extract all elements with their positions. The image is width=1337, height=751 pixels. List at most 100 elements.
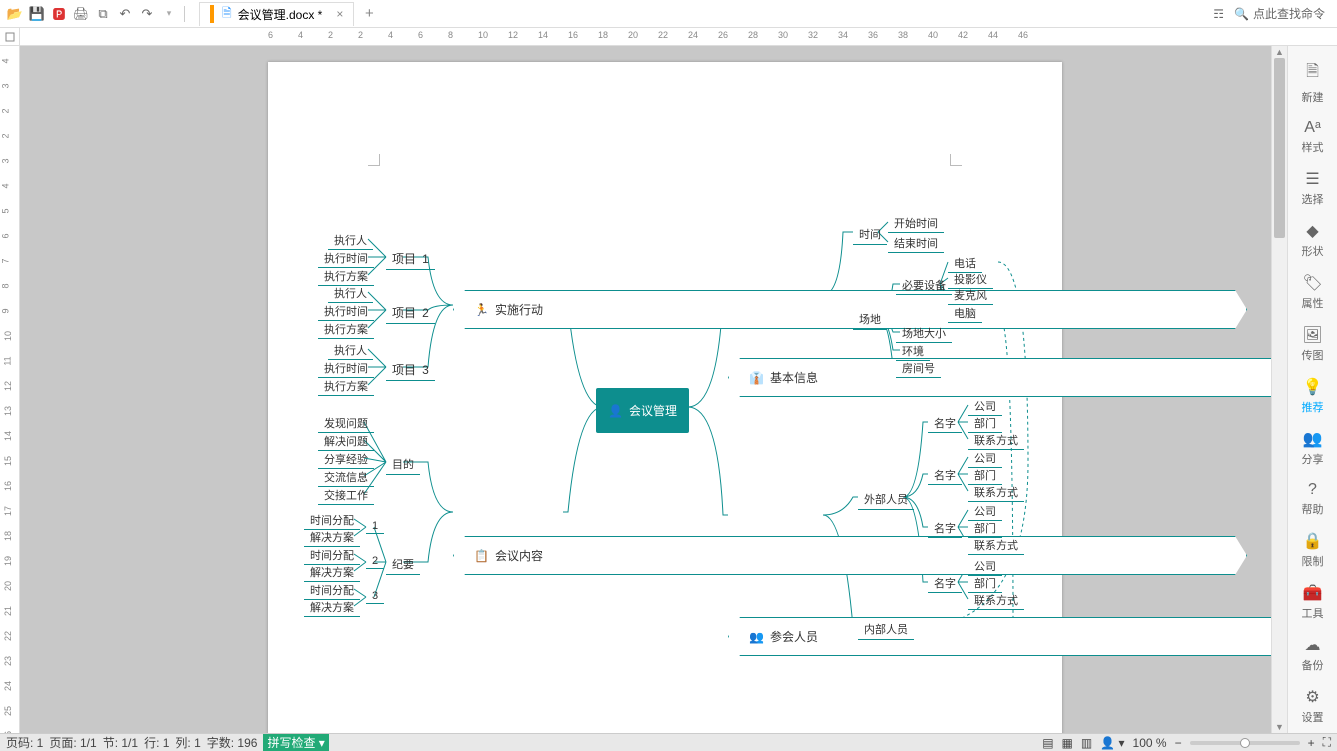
status-page-no[interactable]: 页码: 1 <box>6 734 43 751</box>
pdf-icon[interactable]: 🅿 <box>49 4 69 24</box>
fullscreen-icon[interactable]: ⛶ <box>1323 735 1331 750</box>
status-section[interactable]: 节: 1/1 <box>103 734 138 751</box>
leaf[interactable]: 联系方式 <box>968 431 1024 450</box>
leaf[interactable]: 解决方案 <box>304 528 360 547</box>
panel-recommend[interactable]: 💡推荐 <box>1291 371 1335 421</box>
purpose[interactable]: 目的 <box>386 454 420 475</box>
view-mode-icon[interactable]: ▥ <box>1081 736 1092 750</box>
leaf[interactable]: 3 <box>366 589 384 604</box>
leaf[interactable]: 执行方案 <box>318 377 374 396</box>
ruler-tick: 22 <box>658 30 668 40</box>
leaf[interactable]: 电脑 <box>948 304 982 323</box>
panel-new[interactable]: 🗎新建 <box>1291 54 1335 111</box>
open-folder-icon[interactable]: 📂 <box>5 4 25 24</box>
person-indicator-icon[interactable]: 👤 ▾ <box>1100 736 1124 750</box>
leaf[interactable]: 联系方式 <box>968 483 1024 502</box>
vertical-ruler[interactable]: 4322345678910111213141516171819202122232… <box>0 46 20 733</box>
add-tab-button[interactable]: + <box>358 3 380 25</box>
leaf[interactable]: 解决方案 <box>304 563 360 582</box>
leaf[interactable]: 麦克风 <box>948 286 993 305</box>
redo-icon[interactable]: ↷ <box>137 4 157 24</box>
leaf[interactable]: 发现问题 <box>318 414 374 433</box>
leaf[interactable]: 1 <box>366 519 384 534</box>
scroll-thumb[interactable] <box>1274 58 1285 238</box>
leaf[interactable]: 执行人 <box>328 231 373 250</box>
zoom-out-icon[interactable]: − <box>1175 736 1182 750</box>
leaf[interactable]: 联系方式 <box>968 591 1024 610</box>
leaf[interactable]: 联系方式 <box>968 536 1024 555</box>
search-command[interactable]: 🔍 点此查找命令 <box>1234 5 1325 22</box>
undo-icon[interactable]: ↶ <box>115 4 135 24</box>
leaf[interactable]: 解决问题 <box>318 432 374 451</box>
proj-3[interactable]: 项目 3 <box>386 359 435 381</box>
zoom-in-icon[interactable]: + <box>1308 736 1315 750</box>
save-icon[interactable]: 💾 <box>27 4 47 24</box>
status-words[interactable]: 字数: 196 <box>207 734 258 751</box>
spellcheck-button[interactable]: 拼写检查 ▾ <box>263 734 328 751</box>
scroll-down-icon[interactable]: ▼ <box>1272 721 1287 733</box>
panel-attr[interactable]: 🏷属性 <box>1291 267 1335 317</box>
document-tab[interactable]: 🗎 会议管理.docx * × <box>199 2 354 26</box>
screenshot-icon[interactable]: ⧉ <box>93 4 113 24</box>
time[interactable]: 时间 <box>853 224 887 245</box>
horizontal-ruler[interactable]: 6422468101214161820222426283032343638404… <box>20 28 1271 45</box>
node-basic[interactable]: 👔基本信息 <box>728 358 1271 397</box>
panel-help[interactable]: ?帮助 <box>1291 475 1335 523</box>
leaf[interactable]: 名字 <box>928 574 962 593</box>
panel-backup[interactable]: ☁备份 <box>1291 629 1335 679</box>
return-icon[interactable]: ☶ <box>1213 7 1224 21</box>
leaf[interactable]: 执行人 <box>328 284 373 303</box>
panel-share[interactable]: 👥分享 <box>1291 423 1335 473</box>
view-mode-icon[interactable]: ▤ <box>1042 736 1053 750</box>
leaf[interactable]: 房间号 <box>896 359 941 378</box>
node-content[interactable]: 📋会议内容 <box>453 536 1247 575</box>
panel-shape[interactable]: ◆形状 <box>1291 215 1335 265</box>
proj-1[interactable]: 项目 1 <box>386 248 435 270</box>
leaf[interactable]: 解决方案 <box>304 598 360 617</box>
leaf[interactable]: 名字 <box>928 519 962 538</box>
node-people[interactable]: 👥参会人员 <box>728 617 1271 656</box>
ruler-corner[interactable] <box>0 28 20 46</box>
leaf[interactable]: 执行方案 <box>318 320 374 339</box>
panel-img[interactable]: 🖼传图 <box>1291 319 1335 369</box>
panel-select[interactable]: ☰选择 <box>1291 163 1335 213</box>
internal[interactable]: 内部人员 <box>858 619 914 640</box>
panel-settings[interactable]: ⚙设置 <box>1291 681 1335 731</box>
zoom-thumb[interactable] <box>1240 738 1250 748</box>
leaf[interactable]: 分享经验 <box>318 450 374 469</box>
vertical-scrollbar[interactable]: ▲ ▼ <box>1271 46 1287 733</box>
zoom-slider[interactable] <box>1190 741 1300 745</box>
leaf[interactable]: 交接工作 <box>318 486 374 505</box>
center-node[interactable]: 👤 会议管理 <box>596 388 689 433</box>
leaf[interactable]: 执行时间 <box>318 249 374 268</box>
leaf[interactable]: 名字 <box>928 466 962 485</box>
view-mode-icon[interactable]: ▦ <box>1062 736 1073 750</box>
leaf[interactable]: 开始时间 <box>888 214 944 233</box>
leaf[interactable]: 执行时间 <box>318 302 374 321</box>
venue[interactable]: 场地 <box>853 309 887 330</box>
leaf[interactable]: 执行人 <box>328 341 373 360</box>
leaf[interactable]: 结束时间 <box>888 234 944 253</box>
status-page[interactable]: 页面: 1/1 <box>49 734 96 751</box>
proj-2[interactable]: 项目 2 <box>386 302 435 324</box>
panel-style[interactable]: Aᵃ样式 <box>1291 113 1335 161</box>
node-action[interactable]: 🏃实施行动 <box>453 290 1247 329</box>
leaf[interactable]: 交流信息 <box>318 468 374 487</box>
panel-limit[interactable]: 🔒限制 <box>1291 525 1335 575</box>
zoom-value[interactable]: 100 % <box>1133 736 1167 750</box>
status-row[interactable]: 行: 1 <box>144 734 169 751</box>
canvas-area[interactable]: 👤 会议管理 🏃实施行动 📋会议内容 👔基本信息 👥参会人员 项目 1 项目 2… <box>20 46 1271 733</box>
print-icon[interactable]: 🖨 <box>71 4 91 24</box>
leaf[interactable]: 场地大小 <box>896 324 952 343</box>
toolbar-dropdown-icon[interactable]: ▾ <box>159 4 179 24</box>
scroll-up-icon[interactable]: ▲ <box>1272 46 1287 58</box>
panel-tools[interactable]: 🧰工具 <box>1291 577 1335 627</box>
leaf[interactable]: 必要设备 <box>896 276 952 295</box>
minutes[interactable]: 纪要 <box>386 554 420 575</box>
leaf[interactable]: 名字 <box>928 414 962 433</box>
external[interactable]: 外部人员 <box>858 489 914 510</box>
tab-close-icon[interactable]: × <box>336 7 343 21</box>
leaf[interactable]: 执行时间 <box>318 359 374 378</box>
status-col[interactable]: 列: 1 <box>175 734 200 751</box>
leaf[interactable]: 2 <box>366 554 384 569</box>
